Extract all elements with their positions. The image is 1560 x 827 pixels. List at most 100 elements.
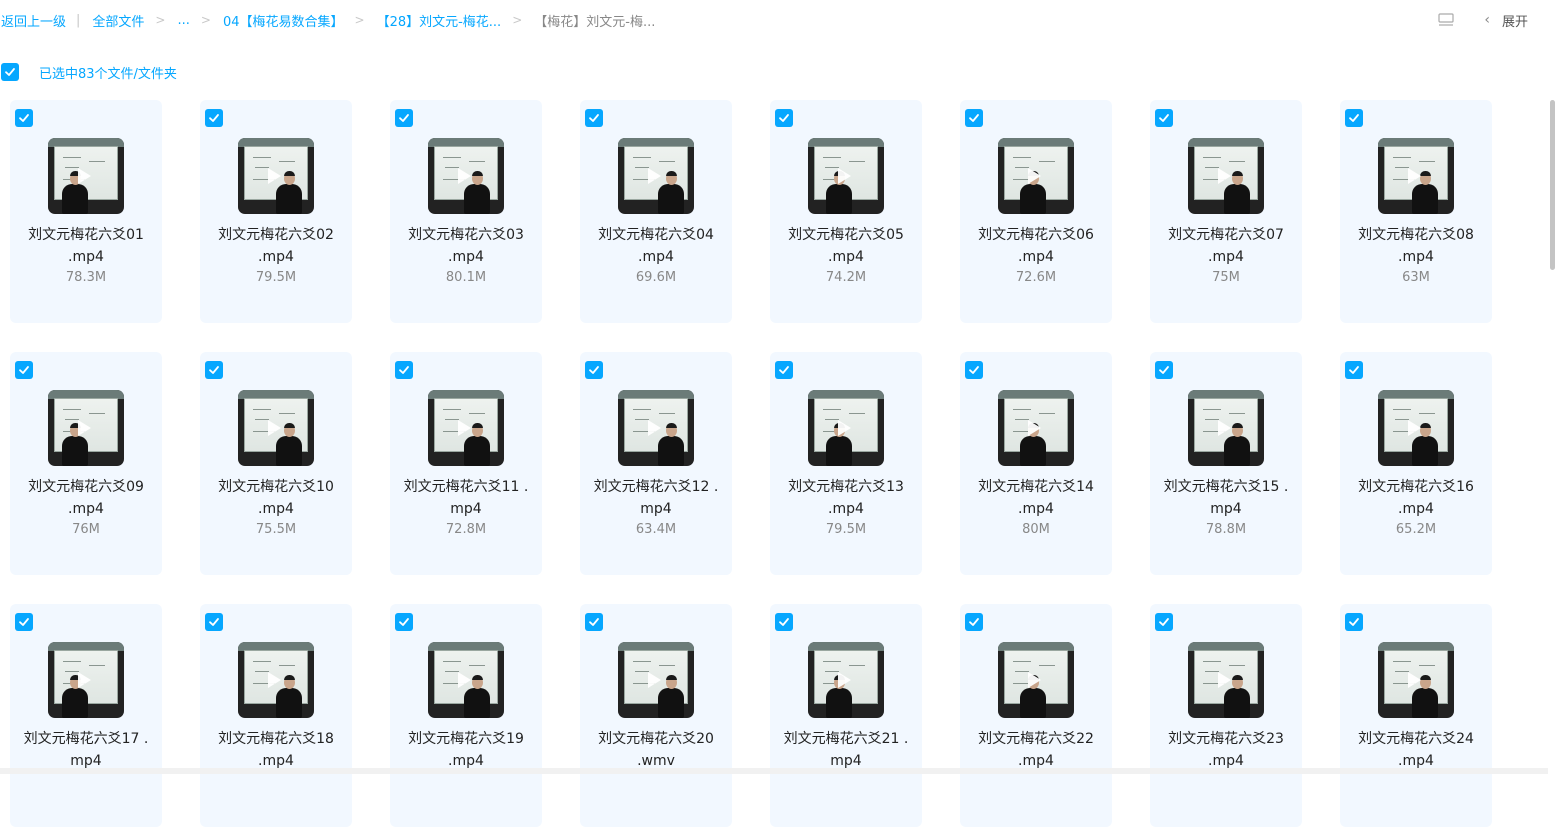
video-thumbnail[interactable]	[428, 642, 504, 718]
file-checkbox[interactable]	[775, 613, 793, 631]
file-card[interactable]: 刘文元梅花六爻14 .mp4 80M	[960, 352, 1112, 575]
file-checkbox[interactable]	[395, 109, 413, 127]
video-thumbnail[interactable]	[1188, 390, 1264, 466]
file-card[interactable]: 刘文元梅花六爻02 .mp4 79.5M	[200, 100, 352, 323]
file-checkbox[interactable]	[205, 361, 223, 379]
file-checkbox[interactable]	[965, 613, 983, 631]
file-checkbox[interactable]	[1155, 613, 1173, 631]
file-card[interactable]: 刘文元梅花六爻15 . mp4 78.8M	[1150, 352, 1302, 575]
file-card[interactable]: 刘文元梅花六爻16 .mp4 65.2M	[1340, 352, 1492, 575]
file-checkbox[interactable]	[1345, 361, 1363, 379]
video-thumbnail[interactable]	[618, 138, 694, 214]
file-card[interactable]: 刘文元梅花六爻08 .mp4 63M	[1340, 100, 1492, 323]
list-view-icon[interactable]	[1438, 13, 1454, 27]
file-name-line1: 刘文元梅花六爻04	[598, 227, 714, 243]
expand-button[interactable]: ‹ 展开	[1484, 11, 1528, 30]
checkmark-icon	[5, 68, 15, 76]
video-thumbnail[interactable]	[808, 138, 884, 214]
video-thumbnail[interactable]	[1188, 642, 1264, 718]
file-card[interactable]: 刘文元梅花六爻12 . mp4 63.4M	[580, 352, 732, 575]
expand-label: 展开	[1501, 14, 1528, 30]
file-card[interactable]: 刘文元梅花六爻11 . mp4 72.8M	[390, 352, 542, 575]
file-name-line1: 刘文元梅花六爻05	[788, 227, 904, 243]
breadcrumb-level2[interactable]: 【28】刘文元-梅花...	[377, 11, 502, 30]
video-thumbnail[interactable]	[998, 390, 1074, 466]
video-thumbnail[interactable]	[238, 642, 314, 718]
back-link[interactable]: 返回上一级	[1, 11, 66, 30]
file-checkbox[interactable]	[395, 613, 413, 631]
file-card[interactable]: 刘文元梅花六爻22 .mp4	[960, 604, 1112, 827]
file-card[interactable]: 刘文元梅花六爻03 .mp4 80.1M	[390, 100, 542, 323]
video-thumbnail[interactable]	[808, 390, 884, 466]
video-thumbnail[interactable]	[618, 390, 694, 466]
horizontal-scrollbar[interactable]	[0, 768, 1548, 774]
video-thumbnail[interactable]	[808, 642, 884, 718]
file-card[interactable]: 刘文元梅花六爻06 .mp4 72.6M	[960, 100, 1112, 323]
video-thumbnail[interactable]	[238, 390, 314, 466]
file-checkbox[interactable]	[585, 109, 603, 127]
video-thumbnail[interactable]	[238, 138, 314, 214]
file-checkbox[interactable]	[15, 109, 33, 127]
file-name-line2: .mp4	[1398, 501, 1434, 517]
file-card[interactable]: 刘文元梅花六爻04 .mp4 69.6M	[580, 100, 732, 323]
file-card[interactable]: 刘文元梅花六爻23 .mp4	[1150, 604, 1302, 827]
file-checkbox[interactable]	[965, 109, 983, 127]
file-name-line2: mp4	[450, 501, 482, 517]
file-card[interactable]: 刘文元梅花六爻21 . mp4	[770, 604, 922, 827]
chevron-right-icon: >	[155, 13, 166, 27]
file-name: 刘文元梅花六爻24 .mp4	[1344, 728, 1488, 772]
video-thumbnail[interactable]	[1188, 138, 1264, 214]
video-thumbnail[interactable]	[428, 138, 504, 214]
file-name: 刘文元梅花六爻18 .mp4	[204, 728, 348, 772]
video-thumbnail[interactable]	[618, 642, 694, 718]
play-icon	[1028, 672, 1041, 688]
play-icon	[648, 420, 661, 436]
file-checkbox[interactable]	[965, 361, 983, 379]
file-checkbox[interactable]	[395, 361, 413, 379]
file-card[interactable]: 刘文元梅花六爻17 . mp4	[10, 604, 162, 827]
checkmark-icon	[969, 114, 979, 122]
file-card[interactable]: 刘文元梅花六爻07 .mp4 75M	[1150, 100, 1302, 323]
file-checkbox[interactable]	[1155, 109, 1173, 127]
file-checkbox[interactable]	[585, 361, 603, 379]
file-checkbox[interactable]	[205, 109, 223, 127]
checkmark-icon	[779, 114, 789, 122]
file-card[interactable]: 刘文元梅花六爻18 .mp4	[200, 604, 352, 827]
file-name: 刘文元梅花六爻19 .mp4	[394, 728, 538, 772]
file-name-line1: 刘文元梅花六爻21 .	[783, 731, 909, 747]
select-all-checkbox[interactable]	[1, 63, 19, 81]
video-thumbnail[interactable]	[48, 642, 124, 718]
file-card[interactable]: 刘文元梅花六爻05 .mp4 74.2M	[770, 100, 922, 323]
file-card[interactable]: 刘文元梅花六爻20 .wmv	[580, 604, 732, 827]
video-thumbnail[interactable]	[1378, 138, 1454, 214]
file-name-line1: 刘文元梅花六爻13	[788, 479, 904, 495]
video-thumbnail[interactable]	[998, 642, 1074, 718]
breadcrumb: 返回上一级 | 全部文件 > ... > 04【梅花易数合集】 > 【28】刘文…	[1, 10, 655, 30]
file-checkbox[interactable]	[1155, 361, 1173, 379]
file-checkbox[interactable]	[775, 109, 793, 127]
file-checkbox[interactable]	[205, 613, 223, 631]
vertical-scrollbar[interactable]	[1550, 100, 1555, 270]
video-thumbnail[interactable]	[428, 390, 504, 466]
breadcrumb-level1[interactable]: 04【梅花易数合集】	[223, 11, 344, 30]
file-card[interactable]: 刘文元梅花六爻10 .mp4 75.5M	[200, 352, 352, 575]
video-thumbnail[interactable]	[1378, 390, 1454, 466]
file-checkbox[interactable]	[15, 361, 33, 379]
video-thumbnail[interactable]	[998, 138, 1074, 214]
video-thumbnail[interactable]	[48, 390, 124, 466]
video-thumbnail[interactable]	[48, 138, 124, 214]
file-checkbox[interactable]	[1345, 613, 1363, 631]
file-card[interactable]: 刘文元梅花六爻09 .mp4 76M	[10, 352, 162, 575]
video-thumbnail[interactable]	[1378, 642, 1454, 718]
file-checkbox[interactable]	[585, 613, 603, 631]
file-card[interactable]: 刘文元梅花六爻01 .mp4 78.3M	[10, 100, 162, 323]
file-checkbox[interactable]	[15, 613, 33, 631]
file-checkbox[interactable]	[775, 361, 793, 379]
breadcrumb-ellipsis[interactable]: ...	[177, 13, 189, 28]
file-card[interactable]: 刘文元梅花六爻13 .mp4 79.5M	[770, 352, 922, 575]
file-checkbox[interactable]	[1345, 109, 1363, 127]
file-card[interactable]: 刘文元梅花六爻24 .mp4	[1340, 604, 1492, 827]
file-card[interactable]: 刘文元梅花六爻19 .mp4	[390, 604, 542, 827]
file-name-line2: .mp4	[1208, 249, 1244, 265]
breadcrumb-all-files[interactable]: 全部文件	[92, 11, 144, 30]
